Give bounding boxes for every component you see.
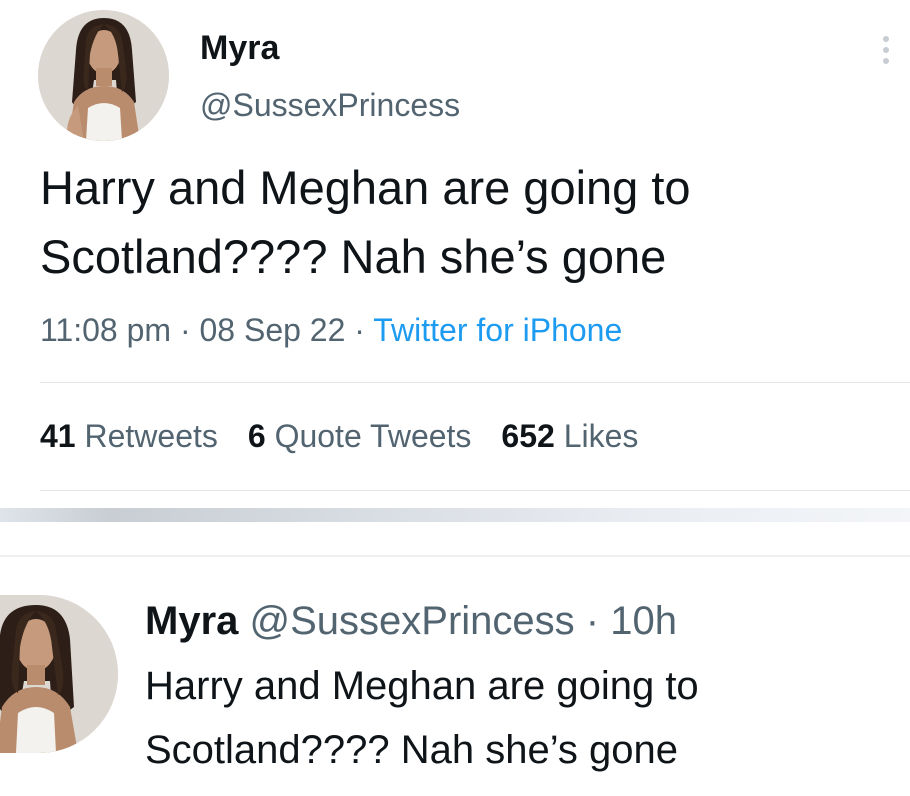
user-handle[interactable]: @SussexPrincess [250,599,575,643]
avatar[interactable] [0,595,118,753]
avatar-photo [38,10,169,141]
display-name[interactable]: Myra [145,599,238,643]
quote-tweets-label: Quote Tweets [274,418,472,454]
retweets-label: Retweets [84,418,218,454]
quote-tweets-stat[interactable]: 6 Quote Tweets [248,418,472,454]
divider [40,490,910,491]
tweet-age[interactable]: 10h [610,599,677,643]
tweet-source-link[interactable]: Twitter for iPhone [373,312,622,348]
divider [0,555,910,557]
tweet-text: Harry and Meghan are going to Scotland??… [145,654,895,782]
screenshot-separator [0,508,910,522]
display-name[interactable]: Myra [200,28,279,68]
tweet-text: Harry and Meghan are going to Scotland??… [40,153,890,291]
more-options-button[interactable] [872,30,900,70]
more-vertical-icon [883,36,889,42]
avatar[interactable] [38,10,169,141]
more-vertical-icon-dot [883,47,889,53]
meta-separator: · [179,312,191,348]
likes-label: Likes [563,418,639,454]
likes-count: 652 [501,418,555,454]
divider [40,382,910,383]
retweets-count: 41 [40,418,76,454]
tweet-timeline-card[interactable]: Myra @SussexPrincess · 10h Harry and Meg… [0,522,910,796]
retweets-stat[interactable]: 41 Retweets [40,418,218,454]
tweet-stats: 41 Retweets 6 Quote Tweets 652 Likes [40,414,638,458]
meta-separator: · [585,599,600,643]
meta-separator: · [354,312,365,348]
tweet-time[interactable]: 11:08 pm [40,312,171,348]
likes-stat[interactable]: 652 Likes [501,418,638,454]
avatar-photo [0,595,118,753]
tweet-text-line: Scotland???? Nah she’s gone [40,230,667,283]
tweet-date[interactable]: 08 Sep 22 [199,312,345,348]
user-handle[interactable]: @SussexPrincess [200,85,460,125]
tweet-header: Myra @SussexPrincess · 10h [145,597,677,645]
quote-tweets-count: 6 [247,418,266,454]
tweet-text-line: Scotland???? Nah she’s gone [145,728,679,772]
tweet-meta: 11:08 pm · 08 Sep 22 · Twitter for iPhon… [40,308,622,352]
tweet-detail-card: Myra @SussexPrincess Harry and Meghan ar… [0,0,910,508]
more-vertical-icon-dot [883,58,889,64]
tweet-text-line: Harry and Meghan are going to [40,161,691,214]
tweet-text-line: Harry and Meghan are going to [145,664,699,708]
